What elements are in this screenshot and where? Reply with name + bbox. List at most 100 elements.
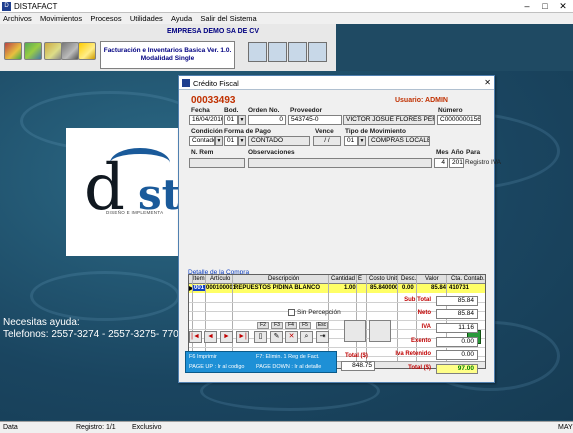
window-title: DISTAFACT [14, 2, 58, 11]
anio-label: Año [451, 149, 464, 156]
iva-retenido-label: Iva Retenido [395, 351, 431, 357]
minimize-button[interactable]: – [520, 1, 534, 12]
dialog-close-icon[interactable]: ✕ [484, 78, 491, 87]
company-logo: d sta DISEÑO E IMPLEMENTA [66, 128, 208, 256]
proveedor-label: Proveedor [290, 107, 323, 114]
tipo-mov-code-field[interactable]: 01 [344, 136, 358, 146]
observaciones-field[interactable] [248, 158, 432, 168]
exento-field: 0.00 [436, 337, 478, 347]
tipo-mov-dropdown[interactable]: ▼ [358, 136, 366, 146]
search-icon[interactable]: ⌕ [300, 331, 313, 343]
printer-button[interactable] [344, 320, 366, 342]
forma-pago-dropdown[interactable]: ▼ [238, 136, 246, 146]
cash-register-icon[interactable] [44, 42, 62, 60]
vence-label: Vence [315, 128, 334, 135]
exento-label: Exento [410, 338, 431, 344]
neto-field: 85.84 [436, 309, 478, 319]
tipo-mov-name-field: COMPRAS LOCALES [368, 136, 430, 146]
iva-label: IVA [421, 324, 431, 330]
cell-valor[interactable]: 85.84 [431, 285, 446, 291]
previous-record-button[interactable]: ◄ [204, 331, 217, 343]
n-rem-field[interactable] [189, 158, 245, 168]
fecha-field[interactable]: 16/04/2016 [189, 115, 223, 125]
total-field: 97.00 [436, 364, 478, 374]
condicion-label: Condición [191, 128, 223, 135]
forma-pago-label: Forma de Pago [224, 128, 271, 135]
shortcuts-help: F6 Imprimir F7: Elimin. 1 Reg de Fact. P… [185, 351, 337, 373]
proveedor-name-field: VICTOR JOSUE FLORES PEREZ [343, 115, 435, 125]
condicion-dropdown[interactable]: ▼ [215, 136, 223, 146]
maximize-button[interactable]: □ [538, 1, 552, 12]
cell-cta[interactable]: 410731 [449, 285, 469, 291]
folder-icon[interactable] [78, 42, 96, 60]
first-record-button[interactable]: |◄ [189, 331, 202, 343]
dialog-app-icon [182, 79, 190, 87]
col-desc: Desc. [401, 276, 417, 282]
cart-icon[interactable] [24, 42, 42, 60]
cell-cantidad[interactable]: 1.00 [344, 285, 356, 291]
exit-icon[interactable]: ⇥ [316, 331, 329, 343]
table-row[interactable]: ▶ 001 000100001 REPUESTOS P/DINA BLANCO … [189, 284, 485, 293]
sin-percepcion-label: Sin Percepción [297, 309, 341, 316]
status-bar: Data Registro: 1/1 Exclusivo MAY [0, 421, 573, 433]
help-pgup: PAGE UP : Ir al codigo [189, 364, 245, 370]
fkey-f4[interactable]: F4 [285, 322, 297, 329]
left-total-label: Total ($) [345, 353, 368, 359]
left-total-field: 848.75 [341, 361, 375, 371]
vence-field[interactable]: / / [313, 136, 341, 146]
cell-desc[interactable]: 0.00 [402, 285, 414, 291]
col-cantidad: Cantidad [331, 276, 356, 282]
menu-utilidades[interactable]: Utilidades [127, 13, 166, 23]
edit-icon[interactable]: ✎ [270, 331, 283, 343]
forma-pago-code-field[interactable]: 01 [224, 136, 238, 146]
exit-door-icon[interactable] [308, 42, 327, 62]
sin-percepcion-checkbox[interactable] [288, 309, 295, 316]
menu-movimientos[interactable]: Movimientos [37, 13, 85, 23]
menu-salir[interactable]: Salir del Sistema [197, 13, 259, 23]
calculator-icon[interactable] [268, 42, 287, 62]
fkey-f2[interactable]: F2 [257, 322, 269, 329]
printer-icon[interactable] [248, 42, 267, 62]
mes-field[interactable]: 4 [434, 158, 448, 168]
numero-field[interactable]: C00000001563 [437, 115, 481, 125]
fecha-label: Fecha [191, 107, 210, 114]
dialog-title: Crédito Fiscal [193, 79, 239, 88]
help-f6: F6 Imprimir [189, 354, 217, 360]
close-button[interactable]: ✕ [556, 1, 570, 12]
fkey-esc[interactable]: Esc [316, 322, 328, 329]
cell-descripcion[interactable]: REPUESTOS P/DINA BLANCO [234, 285, 320, 291]
condicion-field[interactable]: Contado [189, 136, 215, 146]
banner-line1: Facturación e Inventarios Basica Ver. 1.… [103, 47, 232, 54]
cell-costo[interactable]: 85.840000 [370, 285, 398, 291]
bod-dropdown[interactable]: ▼ [238, 115, 246, 125]
proveedor-code-field[interactable]: 543745-0 [288, 115, 342, 125]
new-icon[interactable]: ▯ [254, 331, 267, 343]
company-name: EMPRESA DEMO SA DE CV [166, 28, 260, 35]
forma-pago-name-field: CONTADO [248, 136, 310, 146]
app-icon: D [2, 2, 11, 11]
n-rem-label: N. Rem [191, 149, 214, 156]
bod-field[interactable]: 01 [224, 115, 238, 125]
delete-icon[interactable]: ✕ [285, 331, 298, 343]
invoice-icon[interactable] [4, 42, 22, 60]
orden-field[interactable]: 0 [248, 115, 286, 125]
fkey-f5[interactable]: F5 [299, 322, 311, 329]
col-valor: Valor [425, 276, 439, 282]
transfer-icon[interactable] [288, 42, 307, 62]
status-mode: Exclusivo [132, 424, 162, 431]
banner-line2: Modalidad Single [140, 55, 195, 62]
orden-label: Orden No. [248, 107, 280, 114]
menu-procesos[interactable]: Procesos [87, 13, 124, 23]
next-record-button[interactable]: ► [220, 331, 233, 343]
document-icon[interactable] [61, 42, 79, 60]
anio-field[interactable]: 2016 [449, 158, 464, 168]
app-banner: Facturación e Inventarios Basica Ver. 1.… [100, 41, 235, 69]
iva-retenido-field: 0.00 [436, 350, 478, 360]
last-record-button[interactable]: ►| [236, 331, 249, 343]
col-costo: Costo Unit. [369, 276, 399, 282]
fkey-f3[interactable]: F3 [271, 322, 283, 329]
menu-ayuda[interactable]: Ayuda [168, 13, 195, 23]
menu-archivos[interactable]: Archivos [0, 13, 35, 23]
cell-item[interactable]: 001 [193, 285, 206, 291]
numero-label: Número [438, 107, 463, 114]
